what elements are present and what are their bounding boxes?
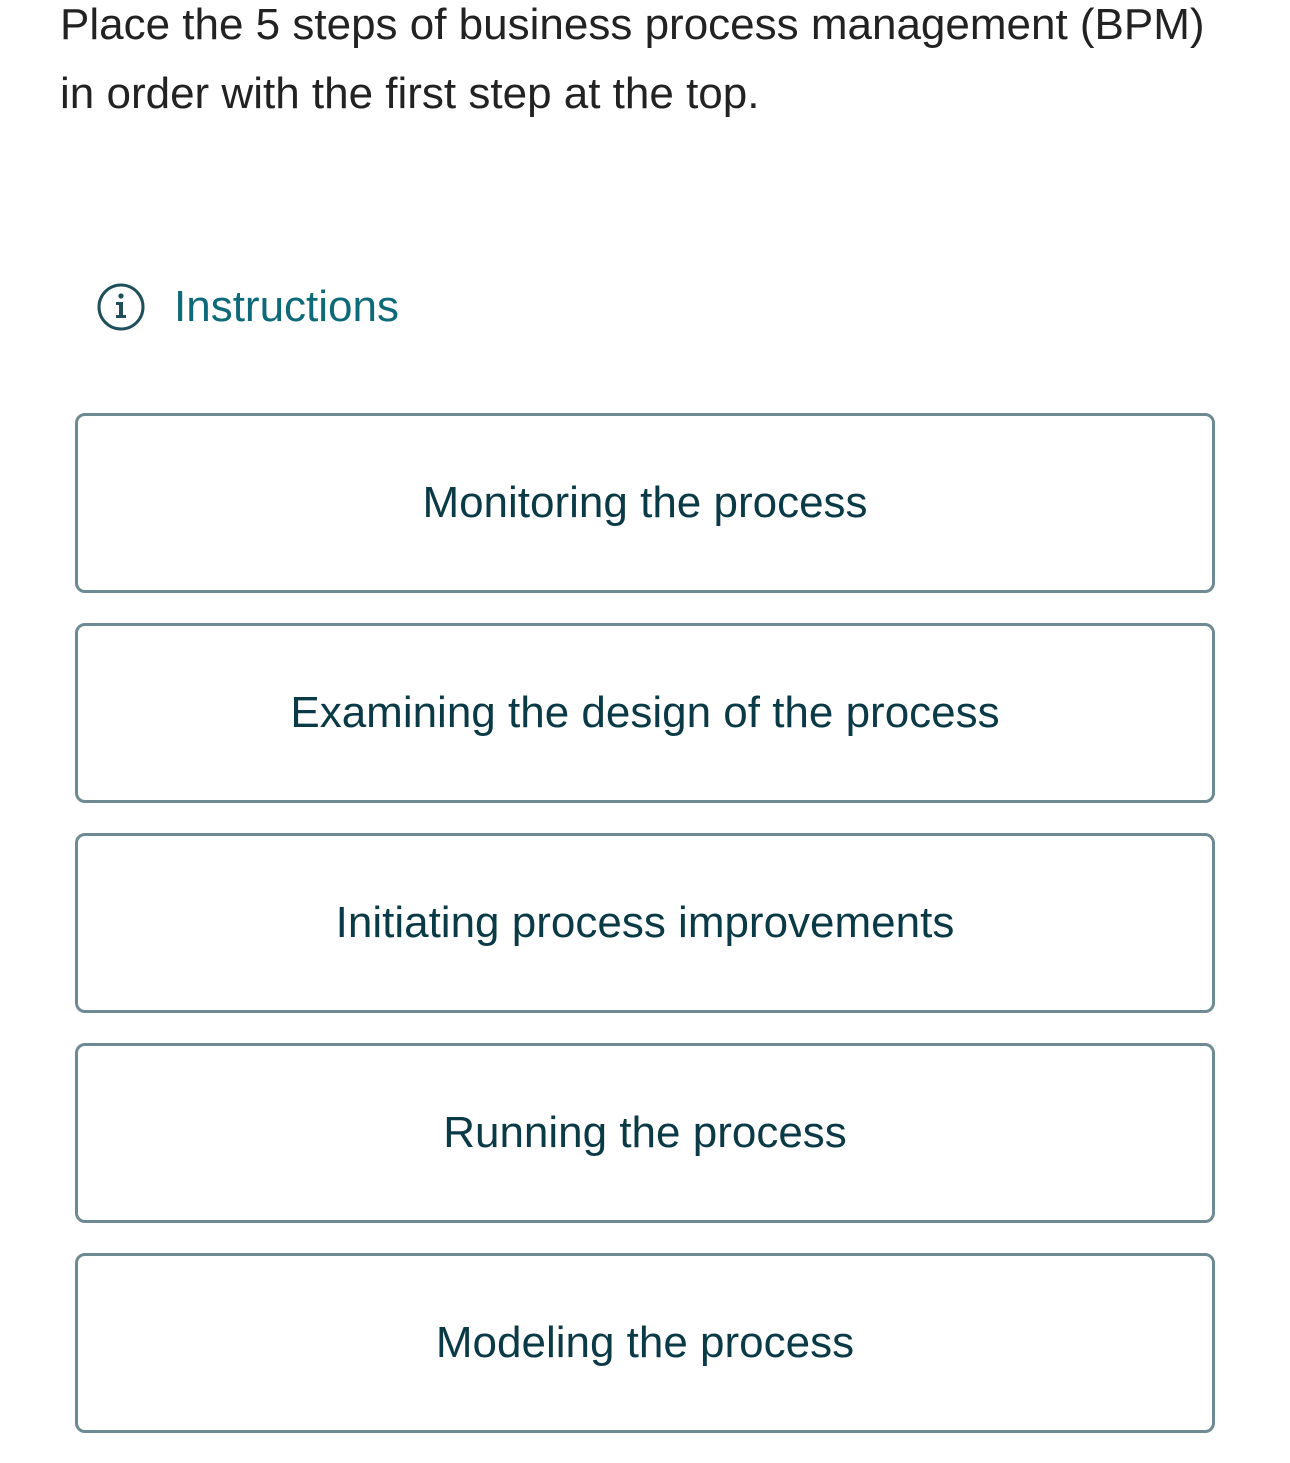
info-circle-icon — [96, 282, 146, 332]
step-label: Monitoring the process — [422, 478, 868, 527]
draggable-step-item[interactable]: Running the process — [75, 1043, 1215, 1223]
draggable-step-item[interactable]: Modeling the process — [75, 1253, 1215, 1433]
instructions-label: Instructions — [174, 282, 399, 331]
step-label: Running the process — [443, 1108, 847, 1157]
step-label: Examining the design of the process — [290, 688, 1000, 737]
draggable-step-item[interactable]: Examining the design of the process — [75, 623, 1215, 803]
draggable-step-item[interactable]: Monitoring the process — [75, 413, 1215, 593]
instructions-link[interactable]: Instructions — [96, 280, 399, 334]
draggable-step-item[interactable]: Initiating process improvements — [75, 833, 1215, 1013]
step-label: Modeling the process — [435, 1318, 855, 1367]
sortable-step-list: Monitoring the process Examining the des… — [75, 413, 1215, 1463]
question-text: Place the 5 steps of business process ma… — [60, 0, 1205, 118]
step-label: Initiating process improvements — [335, 898, 955, 947]
